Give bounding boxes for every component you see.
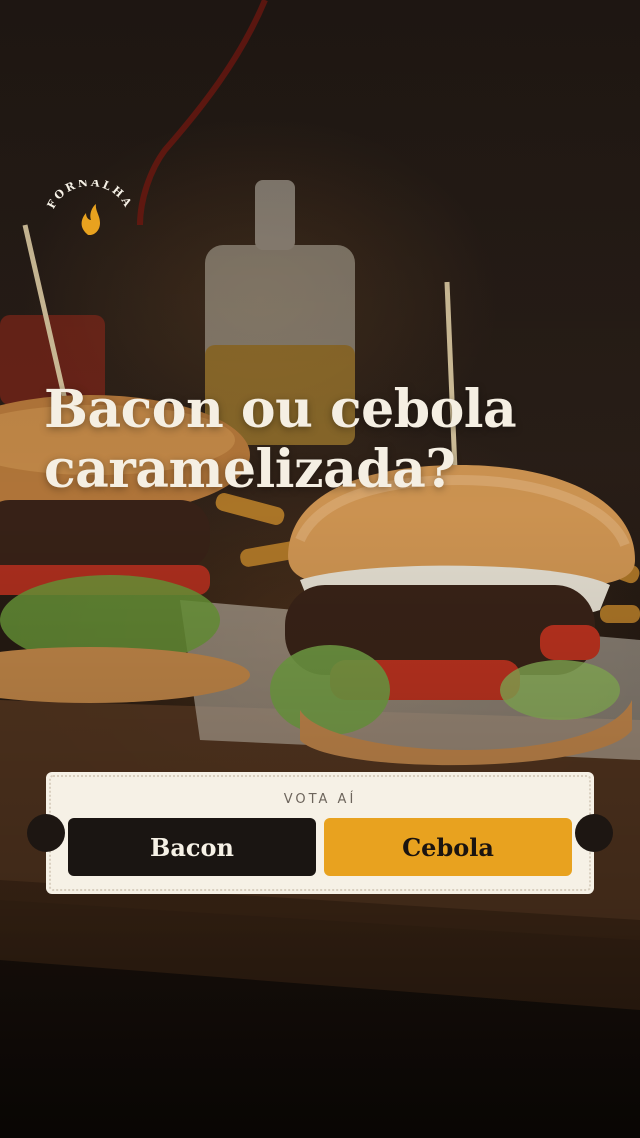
headline-line-2: caramelizada? [44, 439, 456, 500]
flame-icon: FORNALHA [45, 176, 136, 235]
svg-text:FORNALHA: FORNALHA [45, 180, 136, 211]
fornalha-logo: FORNALHA [40, 176, 140, 250]
poll-label: VOTA AÍ [283, 792, 357, 807]
poll-sticker: VOTA AÍ Bacon Cebola [27, 772, 613, 894]
vote-bacon-button[interactable]: Bacon [68, 818, 316, 876]
ticket-notch-right [575, 814, 613, 852]
photo-darkening-overlay [0, 0, 640, 1138]
headline-line-1: Bacon ou cebola [44, 379, 517, 440]
ticket-notch-left [27, 814, 65, 852]
vote-cebola-button[interactable]: Cebola [324, 818, 572, 876]
headline: Bacon ou cebola caramelizada? [44, 380, 604, 500]
brand-name: FORNALHA [45, 176, 133, 211]
